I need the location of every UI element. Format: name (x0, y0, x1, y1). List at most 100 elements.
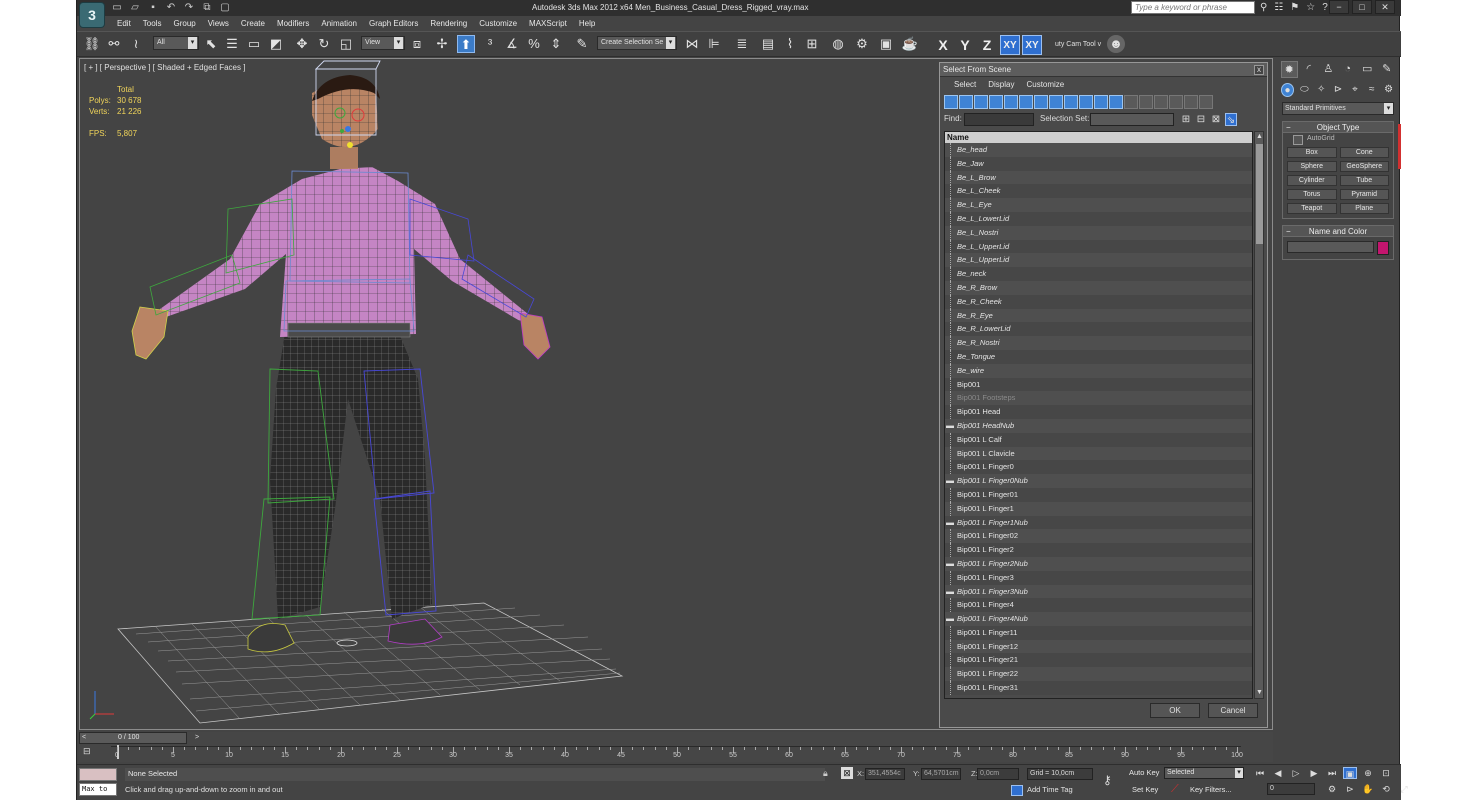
graphite-ribbon-icon[interactable]: ▤ (759, 35, 777, 53)
orbit-icon[interactable]: ⟲ (1379, 783, 1393, 796)
list-item[interactable]: Bip001 L Finger4 (945, 598, 1252, 613)
filter-options-icon[interactable] (1199, 95, 1213, 109)
current-frame-field[interactable]: 0 (1267, 783, 1315, 795)
display-xrefs-icon[interactable] (1049, 95, 1063, 109)
unlink-icon[interactable]: ⚯ (105, 35, 123, 53)
previous-frame-icon[interactable]: ◀ (1271, 767, 1285, 779)
project-folder-icon[interactable]: ▢ (219, 2, 231, 13)
menu-maxscript[interactable]: MAXScript (523, 17, 573, 31)
dialog-title-bar[interactable]: Select From Scene x (940, 63, 1267, 77)
utilities-tab-icon[interactable]: ✎ (1378, 61, 1394, 78)
list-item[interactable]: Bip001 L Finger3 (945, 570, 1252, 585)
select-dependents-icon[interactable]: ⇘ (1225, 113, 1237, 126)
favorites-icon[interactable]: ☆ (1306, 1, 1315, 14)
list-item[interactable]: Be_Tongue (945, 349, 1252, 364)
dialog-menu-customize[interactable]: Customize (1020, 77, 1070, 93)
menu-views[interactable]: Views (202, 17, 235, 31)
geosphere-button[interactable]: GeoSphere (1339, 161, 1389, 172)
plane-button[interactable]: Plane (1339, 203, 1389, 214)
help-icon[interactable]: ? (1322, 1, 1328, 14)
render-production-icon[interactable]: ☕ (901, 35, 919, 53)
subscription-icon[interactable]: ☷ (1274, 1, 1283, 14)
list-item[interactable]: Be_L_Cheek (945, 184, 1252, 199)
menu-rendering[interactable]: Rendering (424, 17, 473, 31)
key-filter-icon[interactable]: ⟋ (1171, 783, 1179, 796)
binoculars-icon[interactable]: ⚲ (1260, 1, 1267, 14)
restrict-y-button[interactable]: Y (955, 35, 975, 55)
percent-snap-icon[interactable]: % (525, 35, 543, 53)
list-item[interactable]: ▬ Bip001 L Finger2Nub (945, 556, 1252, 571)
select-manipulate-icon[interactable]: ✢ (433, 35, 451, 53)
minimize-button[interactable]: − (1329, 0, 1349, 14)
selection-filter-dropdown[interactable]: All (153, 36, 199, 50)
list-item[interactable]: Be_L_Nostri (945, 225, 1252, 240)
dialog-menu-select[interactable]: Select (948, 77, 982, 93)
list-item[interactable]: Bip001 (945, 377, 1252, 392)
list-item[interactable]: Bip001 L Finger21 (945, 653, 1252, 668)
menu-tools[interactable]: Tools (137, 17, 168, 31)
find-input[interactable] (964, 113, 1034, 126)
display-frozen-icon[interactable] (1094, 95, 1108, 109)
key-mode-dropdown[interactable]: Selected (1164, 767, 1244, 779)
list-item[interactable]: Be_R_LowerLid (945, 322, 1252, 337)
undo-icon[interactable]: ↶ (165, 2, 177, 13)
window-crossing-icon[interactable]: ◩ (267, 35, 285, 53)
schematic-view-icon[interactable]: ⊞ (803, 35, 821, 53)
time-slider-right-arrow[interactable]: > (192, 733, 202, 743)
list-item[interactable]: Bip001 L Clavicle (945, 446, 1252, 461)
zoom-extents-icon[interactable]: ⊡ (1379, 767, 1393, 779)
scroll-down-icon[interactable]: ▼ (1255, 688, 1264, 698)
selection-set-dropdown[interactable] (1090, 113, 1174, 126)
restrict-plane-cycle-button[interactable]: XY (1022, 35, 1042, 55)
list-item[interactable]: Be_Jaw (945, 156, 1252, 171)
select-none-icon[interactable]: ⊟ (1195, 113, 1207, 126)
menu-customize[interactable]: Customize (473, 17, 523, 31)
maxscript-listener-mini[interactable] (79, 768, 117, 781)
move-icon[interactable]: ✥ (293, 35, 311, 53)
render-setup-icon[interactable]: ⚙ (853, 35, 871, 53)
list-item[interactable]: Be_L_Eye (945, 198, 1252, 213)
keyboard-shortcut-override-icon[interactable]: ⬆ (457, 35, 475, 53)
select-by-name-icon[interactable]: ☰ (223, 35, 241, 53)
pivot-center-icon[interactable]: ⧈ (408, 35, 426, 53)
display-none-icon[interactable] (1139, 95, 1153, 109)
z-coordinate-field[interactable]: 0,0cm (977, 768, 1019, 780)
absolute-mode-icon[interactable]: ⊠ (841, 767, 853, 779)
rect-selection-icon[interactable]: ▭ (245, 35, 263, 53)
angle-snap-icon[interactable]: ∡ (503, 35, 521, 53)
display-cameras-icon[interactable] (989, 95, 1003, 109)
motion-tab-icon[interactable]: ◔ (1340, 61, 1356, 78)
time-tag-icon[interactable] (1011, 785, 1023, 796)
menu-create[interactable]: Create (235, 17, 271, 31)
restrict-x-button[interactable]: X (933, 35, 953, 55)
display-hidden-icon[interactable] (1109, 95, 1123, 109)
restrict-xy-button[interactable]: XY (1000, 35, 1020, 55)
modify-tab-icon[interactable]: ◜ (1301, 61, 1317, 78)
list-item[interactable]: ▬ Bip001 L Finger3Nub (945, 584, 1252, 599)
sync-selection-icon[interactable] (1169, 95, 1183, 109)
material-editor-icon[interactable]: ◍ (829, 35, 847, 53)
scroll-thumb[interactable] (1256, 144, 1263, 244)
torus-button[interactable]: Torus (1287, 189, 1337, 200)
list-item[interactable]: Bip001 L Finger01 (945, 487, 1252, 502)
display-tab-icon[interactable]: ▭ (1359, 61, 1375, 78)
helpers-icon[interactable]: ⌖ (1348, 83, 1361, 97)
app-menu-button[interactable]: 3 (79, 2, 105, 28)
box-button[interactable]: Box (1287, 147, 1337, 158)
field-of-view-icon[interactable]: ⊳ (1343, 783, 1357, 796)
go-to-start-icon[interactable]: ⏮ (1253, 767, 1267, 779)
track-bar[interactable]: 0 5 10 15 20 25 30 35 40 45 50 55 60 65 70 75 80 85 90 95 10… (111, 745, 1243, 762)
scene-object-list[interactable]: Name Be_head Be_Jaw Be_L_Brow Be_L_Cheek Be_… (944, 131, 1253, 699)
menu-graph-editors[interactable]: Graph Editors (363, 17, 424, 31)
display-invert-icon[interactable] (1154, 95, 1168, 109)
named-selection-set-dropdown[interactable]: Create Selection Se (597, 36, 677, 50)
key-mode-toggle-icon[interactable]: ▣ (1343, 767, 1357, 779)
create-tab-icon[interactable]: ✹ (1281, 61, 1298, 78)
select-invert-icon[interactable]: ⊠ (1210, 113, 1222, 126)
spinner-snap-icon[interactable]: ⇕ (547, 35, 565, 53)
lights-icon[interactable]: ✧ (1315, 83, 1328, 97)
list-item[interactable]: Bip001 L Finger11 (945, 625, 1252, 640)
object-name-input[interactable] (1287, 241, 1374, 253)
display-containers-icon[interactable] (1079, 95, 1093, 109)
tube-button[interactable]: Tube (1339, 175, 1389, 186)
